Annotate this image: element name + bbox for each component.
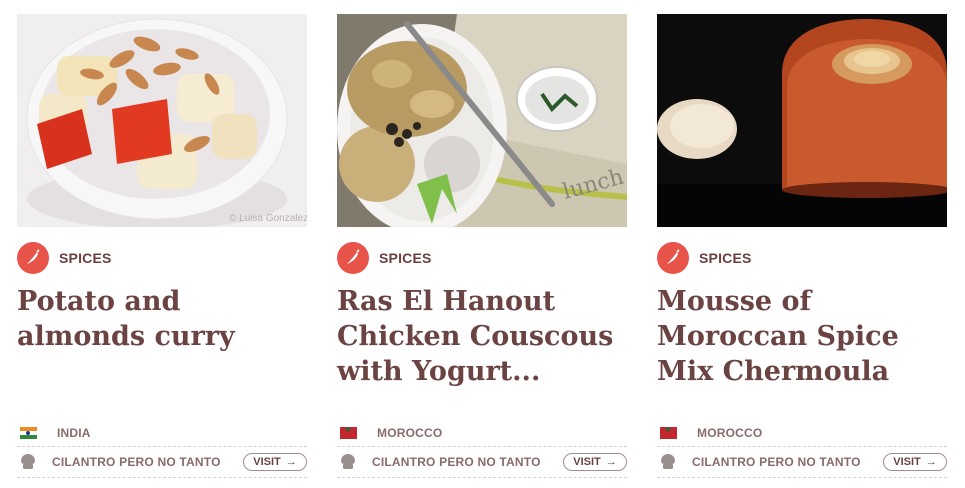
category-link[interactable]: SPICES xyxy=(379,250,432,266)
recipe-card-grid: © Luisa Gonzalez SPICES Potato and almon… xyxy=(0,0,965,488)
recipe-title[interactable]: Ras El Hanout Chicken Couscous with Yogu… xyxy=(337,284,627,389)
recipe-title[interactable]: Potato and almonds curry xyxy=(17,284,307,354)
food-photo: lunch xyxy=(337,14,627,227)
arrow-right-icon: → xyxy=(925,456,937,468)
recipe-meta: INDIA CILANTRO PERO NO TANTO VISIT → xyxy=(17,420,307,478)
visit-button[interactable]: VISIT → xyxy=(243,453,307,471)
author-label: CILANTRO PERO NO TANTO xyxy=(692,455,861,469)
country-row: MOROCCO xyxy=(337,420,627,447)
category-link[interactable]: SPICES xyxy=(59,250,112,266)
category: SPICES xyxy=(337,242,432,274)
recipe-image-chermoula-mousse[interactable] xyxy=(657,14,947,227)
visit-label: VISIT xyxy=(573,456,601,468)
india-flag-icon xyxy=(20,427,37,439)
category-link[interactable]: SPICES xyxy=(699,250,752,266)
recipe-meta: MOROCCO CILANTRO PERO NO TANTO VISIT → xyxy=(657,420,947,478)
chef-hat-icon xyxy=(20,454,36,470)
author-label: CILANTRO PERO NO TANTO xyxy=(372,455,541,469)
chili-pepper-icon xyxy=(17,242,49,274)
chili-pepper-icon xyxy=(337,242,369,274)
recipe-card: lunch SPICES Ras El Hanout Chicken Cousc… xyxy=(337,14,627,478)
recipe-image-potato-almond-curry[interactable]: © Luisa Gonzalez xyxy=(17,14,307,227)
chef-hat-icon xyxy=(660,454,676,470)
photo-credit: © Luisa Gonzalez xyxy=(229,213,307,224)
recipe-card: © Luisa Gonzalez SPICES Potato and almon… xyxy=(17,14,307,478)
author-row: CILANTRO PERO NO TANTO VISIT → xyxy=(337,447,627,478)
food-photo xyxy=(657,14,947,227)
visit-label: VISIT xyxy=(253,456,281,468)
food-photo: © Luisa Gonzalez xyxy=(17,14,307,227)
country-label: INDIA xyxy=(57,426,91,440)
arrow-right-icon: → xyxy=(605,456,617,468)
recipe-card: SPICES Mousse of Moroccan Spice Mix Cher… xyxy=(657,14,947,478)
visit-label: VISIT xyxy=(893,456,921,468)
visit-button[interactable]: VISIT → xyxy=(563,453,627,471)
recipe-image-chicken-couscous[interactable]: lunch xyxy=(337,14,627,227)
visit-button[interactable]: VISIT → xyxy=(883,453,947,471)
arrow-right-icon: → xyxy=(285,456,297,468)
chili-pepper-icon xyxy=(657,242,689,274)
recipe-meta: MOROCCO CILANTRO PERO NO TANTO VISIT → xyxy=(337,420,627,478)
author-row: CILANTRO PERO NO TANTO VISIT → xyxy=(657,447,947,478)
category: SPICES xyxy=(17,242,112,274)
chef-hat-icon xyxy=(340,454,356,470)
country-row: MOROCCO xyxy=(657,420,947,447)
category: SPICES xyxy=(657,242,752,274)
author-row: CILANTRO PERO NO TANTO VISIT → xyxy=(17,447,307,478)
author-label: CILANTRO PERO NO TANTO xyxy=(52,455,221,469)
morocco-flag-icon xyxy=(660,427,677,439)
country-label: MOROCCO xyxy=(377,426,443,440)
country-label: MOROCCO xyxy=(697,426,763,440)
morocco-flag-icon xyxy=(340,427,357,439)
recipe-title[interactable]: Mousse of Moroccan Spice Mix Chermoula xyxy=(657,284,947,389)
country-row: INDIA xyxy=(17,420,307,447)
